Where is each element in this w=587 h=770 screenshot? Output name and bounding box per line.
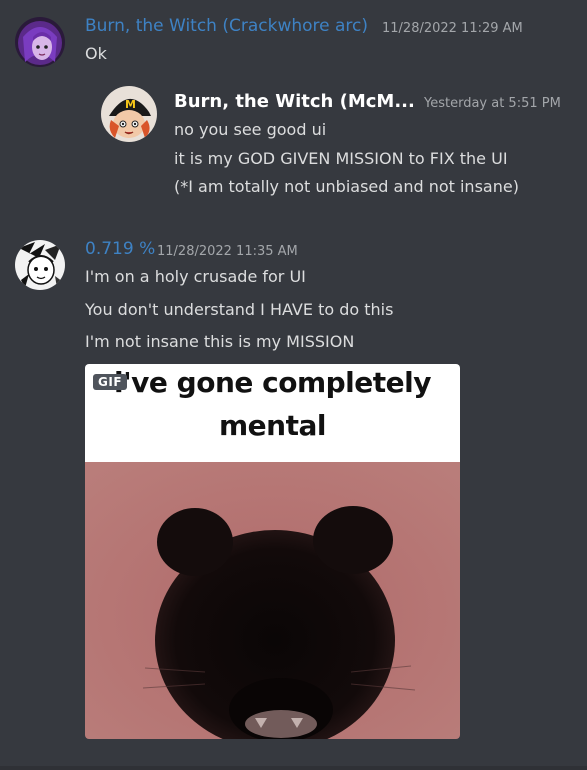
avatar[interactable]: M	[101, 86, 157, 142]
message-author[interactable]: Burn, the Witch (Crackwhore arc)	[85, 16, 368, 36]
black-cat-face-image	[85, 462, 460, 739]
message-timestamp: Yesterday at 5:51 PM	[424, 96, 561, 111]
purple-haired-character-avatar-icon	[15, 17, 65, 67]
gif-caption-line: mental	[219, 409, 326, 442]
svg-text:M: M	[125, 98, 136, 111]
message-text: I'm not insane this is my MISSION	[85, 332, 355, 351]
manga-character-avatar-icon	[15, 240, 65, 290]
avatar[interactable]	[15, 17, 65, 67]
message-text: it is my GOD GIVEN MISSION to FIX the UI	[174, 149, 508, 168]
message-text: (*I am totally not unbiased and not insa…	[174, 177, 519, 196]
message-author[interactable]: Burn, the Witch (McM...	[174, 91, 415, 112]
gif-attachment[interactable]: i've gone completely mental GIF	[85, 364, 460, 739]
message-text: I'm on a holy crusade for UI	[85, 267, 306, 286]
message-text: Ok	[85, 44, 107, 63]
chat-log: Burn, the Witch (Crackwhore arc) 11/28/2…	[0, 0, 587, 770]
message-text: You don't understand I HAVE to do this	[85, 300, 394, 319]
gif-caption: i've gone completely mental	[85, 364, 460, 462]
bottom-divider	[0, 766, 587, 770]
message-author[interactable]: 0.719 %	[85, 239, 155, 259]
avatar[interactable]	[15, 240, 65, 290]
mcdonalds-cap-character-avatar-icon: M	[101, 86, 157, 142]
message-timestamp: 11/28/2022 11:35 AM	[157, 244, 298, 259]
gif-badge: GIF	[93, 374, 128, 390]
gif-caption-line: i've gone completely	[114, 366, 431, 399]
message-timestamp: 11/28/2022 11:29 AM	[382, 21, 523, 36]
message-text: no you see good ui	[174, 120, 327, 139]
